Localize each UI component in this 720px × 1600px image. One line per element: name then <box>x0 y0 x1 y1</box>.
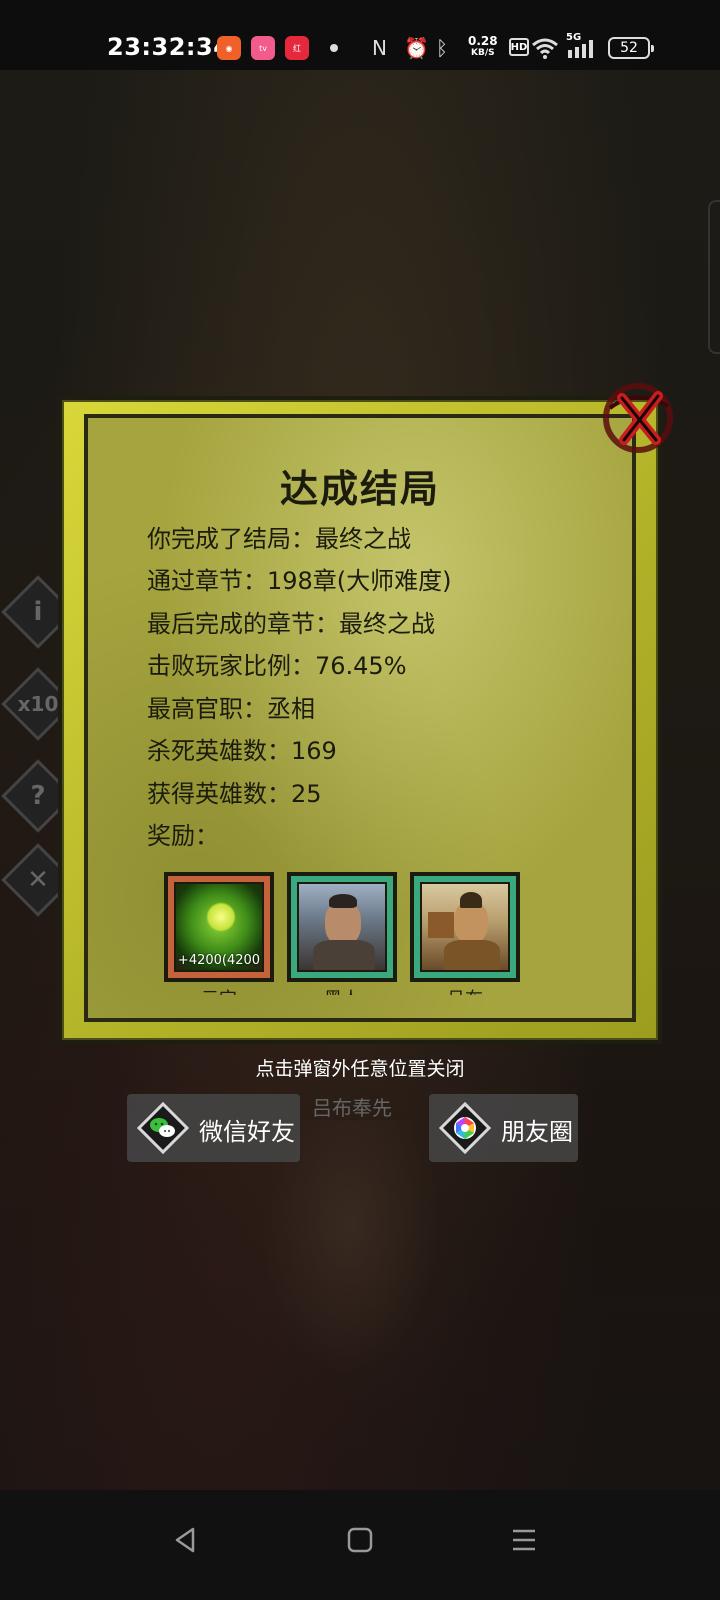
close-hint: 点击弹窗外任意位置关闭 <box>255 1058 465 1080</box>
status-bar: 23:32:34 ◉ tv 红 N ⏰ ᛒ 0.28 KB/S HD 5G 52 <box>0 0 720 70</box>
defeat-ratio-line: 击败玩家比例：76.45% <box>147 652 407 680</box>
network-speed-unit: KB/S <box>471 48 495 58</box>
reward-name: 元宝 <box>164 985 274 995</box>
clock: 23:32:34 <box>107 33 231 61</box>
moments-icon <box>438 1101 492 1155</box>
more-notifications-dot-icon <box>330 44 338 52</box>
share-wechat-button[interactable]: 微信好友 <box>127 1094 300 1162</box>
reward-item[interactable]: +4200(4200 <box>164 872 274 982</box>
share-moments-button[interactable]: 朋友圈 <box>429 1094 578 1162</box>
signal-strength-icon <box>568 40 593 58</box>
right-edge-tab <box>708 200 720 354</box>
help-icon: ? <box>30 781 46 811</box>
app-notification-icon: ◉ <box>217 36 241 60</box>
reward-name: 吕布 <box>410 985 520 995</box>
heroes-killed-line: 杀死英雄数：169 <box>147 737 337 765</box>
share-wechat-label: 微信好友 <box>199 1118 295 1146</box>
reward-amount: +4200(4200 <box>177 953 261 968</box>
hero-portrait <box>297 882 387 972</box>
network-speed: 0.28 KB/S <box>468 35 498 59</box>
dialog-title: 达成结局 <box>279 467 440 511</box>
bilibili-notification-icon: tv <box>251 36 275 60</box>
info-icon: i <box>33 597 43 627</box>
reward-item[interactable] <box>410 872 520 982</box>
xiaohongshu-notification-icon: 红 <box>285 36 309 60</box>
background-hero-name: 吕布奉先 <box>312 1096 392 1120</box>
highest-rank-line: 最高官职：丞相 <box>147 695 315 723</box>
hero-portrait <box>420 882 510 972</box>
alarm-icon: ⏰ <box>404 36 429 60</box>
reward-item[interactable] <box>287 872 397 982</box>
rewards-label: 奖励： <box>147 822 219 850</box>
wechat-icon <box>136 1101 190 1155</box>
wifi-icon <box>532 38 558 59</box>
chapters-line: 通过章节：198章(大师难度) <box>147 567 452 595</box>
close-dialog-button[interactable] <box>596 378 680 458</box>
nfc-icon: N <box>372 36 387 60</box>
battery-icon: 52 <box>608 37 654 59</box>
heroes-obtained-line: 获得英雄数：25 <box>147 780 322 808</box>
home-icon[interactable] <box>330 1510 390 1570</box>
back-icon[interactable] <box>156 1510 216 1570</box>
ending-line: 你完成了结局：最终之战 <box>147 525 411 553</box>
network-speed-value: 0.28 <box>468 34 498 48</box>
close-icon <box>603 383 673 453</box>
bluetooth-icon: ᛒ <box>436 36 448 60</box>
recents-menu-icon[interactable] <box>494 1510 554 1570</box>
last-chapter-line: 最后完成的章节：最终之战 <box>147 610 435 638</box>
speed-label: x10 <box>17 692 59 716</box>
hd-voice-icon: HD <box>509 38 529 56</box>
share-moments-label: 朋友圈 <box>501 1118 573 1146</box>
exit-icon: ✕ <box>27 865 49 895</box>
reward-name: 黑人 <box>287 985 397 995</box>
